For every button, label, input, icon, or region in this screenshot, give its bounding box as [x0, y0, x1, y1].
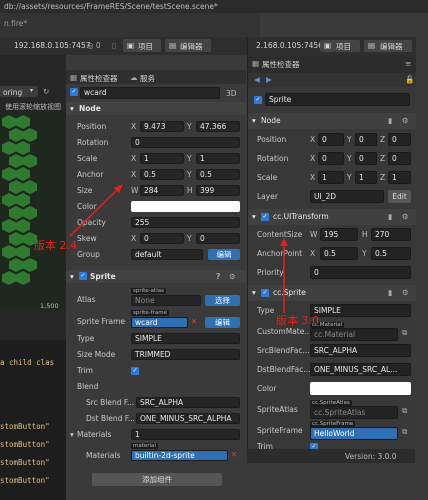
annotation-arrow-left: [69, 186, 121, 237]
annotation-label-right: 版本 3.0: [276, 314, 319, 327]
annotation-label-left: 版本 2.4: [34, 239, 77, 252]
arrow-head-icon: [280, 238, 288, 246]
